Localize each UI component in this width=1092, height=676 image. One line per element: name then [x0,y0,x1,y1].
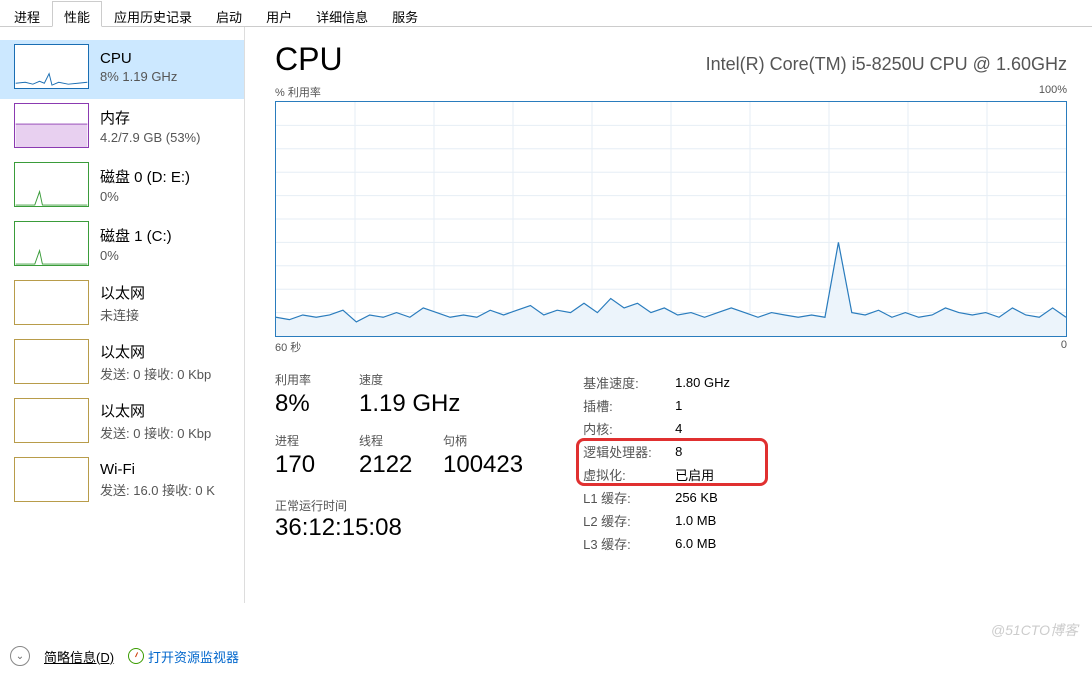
util-value: 8% [275,390,337,418]
handle-label: 句柄 [443,432,523,449]
cpu-model: Intel(R) Core(TM) i5-8250U CPU @ 1.60GHz [706,54,1067,75]
chart-x-left: 60 秒 [275,339,301,355]
info-value: 256 KB [675,486,747,509]
sidebar-item-sub: 0% [100,248,172,263]
info-row: 插槽:1 [583,394,747,417]
sidebar-item-7[interactable]: Wi-Fi 发送: 16.0 接收: 0 K [0,453,244,512]
info-value: 6.0 MB [675,532,747,555]
info-key: L3 缓存: [583,532,675,555]
eth-thumb-icon [14,398,89,443]
sidebar-item-title: 磁盘 0 (D: E:) [100,166,190,187]
disk-thumb-icon [14,162,89,207]
sidebar-item-title: 以太网 [100,400,211,421]
eth-thumb-icon [14,457,89,502]
info-value: 8 [675,440,747,463]
tab-1[interactable]: 性能 [52,1,102,27]
sidebar-item-sub: 发送: 0 接收: 0 Kbp [100,364,211,383]
open-resmon-link[interactable]: 打开资源监视器 [128,647,239,666]
sidebar-item-sub: 发送: 16.0 接收: 0 K [100,480,215,499]
uptime-value: 36:12:15:08 [275,514,523,542]
proc-value: 170 [275,451,337,479]
thread-label: 线程 [359,432,421,449]
content-area: CPU Intel(R) Core(TM) i5-8250U CPU @ 1.6… [245,27,1092,603]
tab-0[interactable]: 进程 [2,1,52,27]
speed-value: 1.19 GHz [359,390,460,418]
sidebar-item-4[interactable]: 以太网未连接 [0,276,244,335]
sidebar-item-1[interactable]: 内存 4.2/7.9 GB (53%) [0,99,244,158]
info-key: 逻辑处理器: [583,440,675,463]
info-row: 基准速度:1.80 GHz [583,371,747,394]
chevron-down-icon[interactable]: ⌄ [10,646,30,666]
info-row: 虚拟化:已启用 [583,463,747,486]
chart-y-max: 100% [1039,84,1067,100]
sidebar-item-title: 以太网 [100,282,145,303]
brief-info-link[interactable]: 简略信息(D) [44,647,114,666]
tab-2[interactable]: 应用历史记录 [102,1,204,27]
cpu-chart[interactable] [275,101,1067,337]
info-row: 内核:4 [583,417,747,440]
sidebar-item-title: Wi-Fi [100,461,215,478]
sidebar-item-sub: 未连接 [100,305,145,324]
disk-thumb-icon [14,221,89,266]
sidebar-item-title: CPU [100,50,177,67]
info-row: L3 缓存:6.0 MB [583,532,747,555]
watermark: @51CTO博客 [991,620,1078,640]
eth-thumb-icon [14,339,89,384]
info-value: 4 [675,417,747,440]
info-key: L1 缓存: [583,486,675,509]
tab-4[interactable]: 用户 [254,1,304,27]
sidebar-item-0[interactable]: CPU 8% 1.19 GHz [0,40,244,99]
sidebar: CPU 8% 1.19 GHz 内存 4.2/7.9 GB (53%) 磁盘 0 (D:… [0,27,245,603]
info-value: 1 [675,394,747,417]
page-title: CPU [275,41,343,78]
open-resmon-label: 打开资源监视器 [148,647,239,666]
tab-6[interactable]: 服务 [380,1,430,27]
sidebar-item-title: 内存 [100,107,200,128]
speed-label: 速度 [359,371,460,388]
info-value: 1.80 GHz [675,371,747,394]
uptime-label: 正常运行时间 [275,497,523,514]
chart-y-label: % 利用率 [275,84,321,100]
sidebar-item-sub: 8% 1.19 GHz [100,69,177,84]
sidebar-item-6[interactable]: 以太网发送: 0 接收: 0 Kbp [0,394,244,453]
info-row: 逻辑处理器:8 [583,440,747,463]
sidebar-item-2[interactable]: 磁盘 0 (D: E:) 0% [0,158,244,217]
handle-value: 100423 [443,451,523,479]
sidebar-item-title: 磁盘 1 (C:) [100,225,172,246]
thread-value: 2122 [359,451,421,479]
sidebar-item-sub: 0% [100,189,190,204]
info-row: L1 缓存:256 KB [583,486,747,509]
tab-3[interactable]: 启动 [204,1,254,27]
info-value: 1.0 MB [675,509,747,532]
tab-bar: 进程性能应用历史记录启动用户详细信息服务 [0,0,1092,27]
info-key: 插槽: [583,394,675,417]
bottom-bar: ⌄ 简略信息(D) 打开资源监视器 [10,646,1082,666]
sidebar-item-5[interactable]: 以太网发送: 0 接收: 0 Kbp [0,335,244,394]
info-key: 基准速度: [583,371,675,394]
info-key: 内核: [583,417,675,440]
sidebar-item-sub: 4.2/7.9 GB (53%) [100,130,200,145]
sidebar-item-sub: 发送: 0 接收: 0 Kbp [100,423,211,442]
chart-x-right: 0 [1061,339,1067,355]
sidebar-item-3[interactable]: 磁盘 1 (C:) 0% [0,217,244,276]
mem-thumb-icon [14,103,89,148]
info-value: 已启用 [675,463,747,486]
util-label: 利用率 [275,371,337,388]
info-key: 虚拟化: [583,463,675,486]
gauge-icon [128,648,144,664]
eth-thumb-icon [14,280,89,325]
info-row: L2 缓存:1.0 MB [583,509,747,532]
sidebar-item-title: 以太网 [100,341,211,362]
tab-5[interactable]: 详细信息 [304,1,380,27]
info-key: L2 缓存: [583,509,675,532]
cpu-thumb-icon [14,44,89,89]
proc-label: 进程 [275,432,337,449]
